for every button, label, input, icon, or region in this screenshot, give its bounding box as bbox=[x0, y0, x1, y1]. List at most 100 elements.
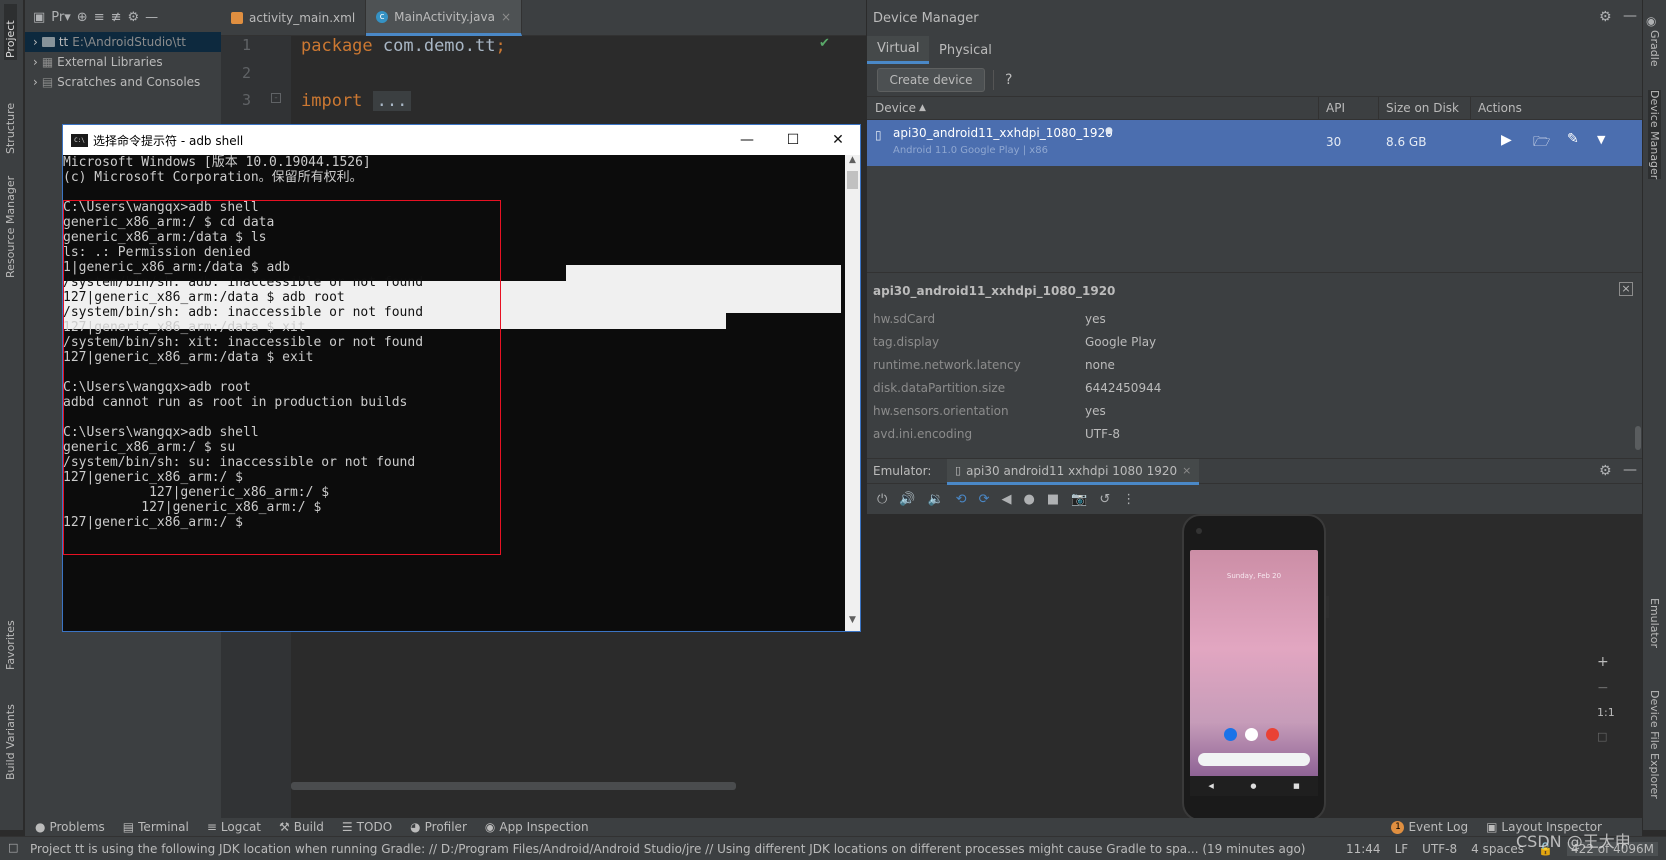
device-row[interactable]: ▯ api30_android11_xxhdpi_1080_1920 ● And… bbox=[867, 120, 1643, 166]
close-icon[interactable]: × bbox=[1619, 282, 1633, 296]
rotate-right-icon[interactable]: ⟳ bbox=[979, 492, 990, 507]
chevron-right-icon[interactable]: › bbox=[33, 35, 38, 49]
horizontal-scrollbar[interactable] bbox=[291, 782, 736, 790]
hide-panel-icon[interactable]: — bbox=[1623, 462, 1637, 478]
help-button[interactable]: ? bbox=[1005, 72, 1012, 88]
status-message[interactable]: Project tt is using the following JDK lo… bbox=[30, 842, 1320, 856]
tab-virtual[interactable]: Virtual bbox=[867, 36, 930, 64]
cmd-console[interactable]: Microsoft Windows [版本 10.0.19044.1526] (c… bbox=[63, 155, 845, 631]
chevron-right-icon[interactable]: › bbox=[33, 55, 38, 69]
power-icon[interactable]: ⏻ bbox=[877, 492, 887, 507]
tab-todo[interactable]: ☰ TODO bbox=[342, 820, 392, 834]
import-fold[interactable]: ... bbox=[372, 91, 412, 111]
fold-icon[interactable]: - bbox=[271, 93, 281, 103]
more-icon[interactable]: ⋮ bbox=[1122, 492, 1135, 507]
cmd-scrollbar[interactable]: ▲ ▼ bbox=[845, 155, 860, 631]
zoom-out-button[interactable]: − bbox=[1597, 680, 1609, 696]
tab-main-activity-java[interactable]: c MainActivity.java × bbox=[366, 0, 522, 36]
phone-frame[interactable]: Sunday, Feb 20 ◀ ● ■ bbox=[1182, 514, 1329, 821]
overview-icon[interactable]: ■ bbox=[1047, 492, 1059, 507]
project-view-dropdown[interactable]: Pr▾ bbox=[51, 10, 70, 25]
locate-icon[interactable]: ⊕ bbox=[77, 10, 88, 25]
tool-tab-emulator[interactable]: Emulator bbox=[1648, 598, 1661, 648]
expand-all-icon[interactable]: ≡ bbox=[94, 10, 105, 25]
emulator-device-tab[interactable]: ▯ api30 android11 xxhdpi 1080 1920 × bbox=[947, 459, 1200, 485]
screenshot-icon[interactable]: 📷 bbox=[1071, 492, 1087, 507]
folder-open-icon[interactable]: 🗁 bbox=[1533, 131, 1550, 155]
tab-problems[interactable]: ● Problems bbox=[35, 820, 105, 834]
close-icon[interactable]: × bbox=[501, 10, 511, 24]
column-size[interactable]: Size on Disk bbox=[1386, 101, 1459, 115]
column-actions[interactable]: Actions bbox=[1478, 101, 1522, 115]
phone-screen[interactable]: Sunday, Feb 20 ◀ ● ■ bbox=[1190, 550, 1318, 796]
code-line-import[interactable]: import ... bbox=[301, 91, 412, 111]
status-encoding[interactable]: UTF-8 bbox=[1422, 842, 1457, 856]
scroll-thumb[interactable] bbox=[847, 171, 858, 189]
details-scrollbar[interactable] bbox=[1635, 426, 1641, 450]
tree-item-external-libraries[interactable]: › ▦ External Libraries bbox=[25, 52, 221, 72]
search-bar[interactable] bbox=[1198, 753, 1310, 766]
side-button[interactable] bbox=[1326, 596, 1329, 618]
messages-icon[interactable] bbox=[1224, 728, 1237, 741]
play-icon[interactable]: ▶ bbox=[1501, 132, 1512, 148]
gear-icon[interactable]: ⚙ bbox=[128, 10, 140, 25]
tab-profiler[interactable]: ◕ Profiler bbox=[410, 820, 467, 834]
scroll-up-icon[interactable]: ▲ bbox=[845, 155, 860, 169]
volume-up-icon[interactable]: 🔊 bbox=[899, 492, 915, 507]
rotate-left-icon[interactable]: ⟲ bbox=[956, 492, 967, 507]
tree-item-tt[interactable]: › tt E:\AndroidStudio\tt bbox=[25, 32, 221, 52]
status-line-sep[interactable]: LF bbox=[1395, 842, 1409, 856]
column-device[interactable]: Device bbox=[875, 101, 916, 115]
tab-event-log[interactable]: 1 Event Log bbox=[1391, 820, 1468, 834]
chevron-right-icon[interactable]: › bbox=[33, 75, 38, 89]
tab-activity-main-xml[interactable]: activity_main.xml bbox=[221, 0, 367, 36]
chrome-icon[interactable] bbox=[1266, 728, 1279, 741]
hide-panel-icon[interactable]: — bbox=[145, 10, 158, 25]
zoom-actual-button[interactable]: 1:1 bbox=[1597, 706, 1615, 719]
tool-tab-structure[interactable]: Structure bbox=[4, 84, 17, 154]
tab-build[interactable]: ⚒ Build bbox=[279, 820, 324, 834]
play-store-icon[interactable] bbox=[1245, 728, 1258, 741]
tool-tab-device-manager[interactable]: Device Manager bbox=[1648, 90, 1661, 180]
cmd-window[interactable]: C:\ 选择命令提示符 - adb shell — ☐ ✕ Microsoft … bbox=[62, 124, 861, 632]
tool-tab-build-variants[interactable]: Build Variants bbox=[4, 690, 17, 780]
snapshot-icon[interactable]: ↺ bbox=[1099, 492, 1110, 507]
minimize-icon[interactable]: — bbox=[724, 125, 770, 155]
tool-tab-device-file-explorer[interactable]: Device File Explorer bbox=[1648, 690, 1661, 799]
chevron-down-icon[interactable]: ▼ bbox=[1597, 133, 1605, 146]
overview-icon[interactable]: ■ bbox=[1293, 782, 1300, 790]
gear-icon[interactable]: ⚙ bbox=[1599, 463, 1612, 479]
volume-down-icon[interactable]: 🔉 bbox=[927, 492, 943, 507]
scroll-down-icon[interactable]: ▼ bbox=[845, 615, 860, 629]
tool-tab-project[interactable]: Project bbox=[4, 4, 17, 60]
project-view-icon[interactable]: ▣ bbox=[33, 10, 45, 25]
tab-physical[interactable]: Physical bbox=[929, 36, 1002, 64]
tab-logcat[interactable]: ≡ Logcat bbox=[207, 820, 261, 834]
home-icon[interactable]: ● bbox=[1250, 782, 1256, 790]
maximize-icon[interactable]: ☐ bbox=[770, 125, 816, 155]
zoom-fit-icon[interactable]: □ bbox=[1597, 730, 1607, 743]
tab-terminal[interactable]: ▤ Terminal bbox=[123, 820, 189, 834]
sort-arrow-icon[interactable]: ▲ bbox=[919, 103, 926, 113]
tree-item-scratches[interactable]: › ▤ Scratches and Consoles bbox=[25, 72, 221, 92]
gear-icon[interactable]: ⚙ bbox=[1599, 9, 1612, 25]
tab-app-inspection[interactable]: ◉ App Inspection bbox=[485, 820, 589, 834]
status-time[interactable]: 11:44 bbox=[1346, 842, 1381, 856]
code-line-package[interactable]: package com.demo.tt; bbox=[301, 36, 506, 56]
tool-tab-gradle[interactable]: Gradle bbox=[1648, 30, 1661, 67]
back-icon[interactable]: ◀ bbox=[1001, 492, 1011, 507]
edit-icon[interactable]: ✎ bbox=[1567, 131, 1579, 147]
close-icon[interactable]: ✕ bbox=[815, 125, 861, 155]
zoom-in-button[interactable]: + bbox=[1597, 654, 1609, 670]
back-icon[interactable]: ◀ bbox=[1208, 782, 1213, 790]
home-icon[interactable]: ● bbox=[1023, 492, 1034, 507]
tool-tab-favorites[interactable]: Favorites bbox=[4, 610, 17, 670]
tool-tab-resource-manager[interactable]: Resource Manager bbox=[4, 168, 17, 278]
close-icon[interactable]: × bbox=[1182, 464, 1191, 477]
column-api[interactable]: API bbox=[1326, 101, 1345, 115]
collapse-all-icon[interactable]: ≢ bbox=[111, 10, 122, 25]
status-toggle-icon[interactable]: □ bbox=[8, 841, 18, 854]
create-device-button[interactable]: Create device bbox=[877, 68, 985, 92]
cmd-title-bar[interactable]: C:\ 选择命令提示符 - adb shell — ☐ ✕ bbox=[63, 125, 860, 155]
hide-panel-icon[interactable]: — bbox=[1623, 8, 1637, 24]
